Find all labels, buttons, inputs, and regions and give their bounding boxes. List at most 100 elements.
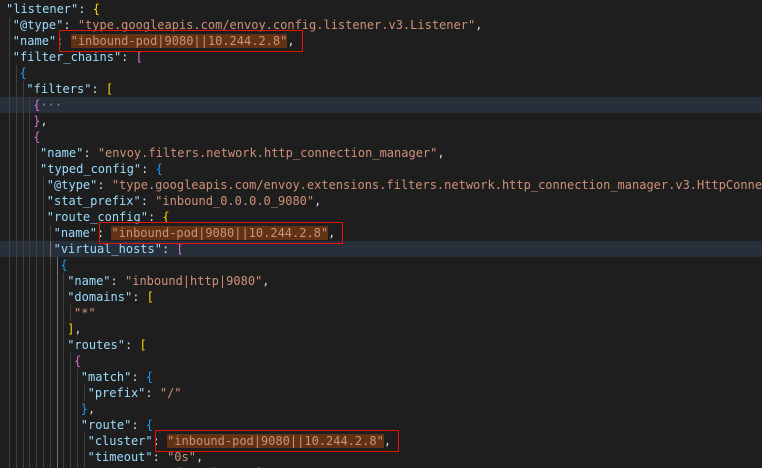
indent-guide bbox=[36, 369, 38, 385]
indent-guide bbox=[22, 97, 24, 113]
indent-guide bbox=[56, 385, 58, 401]
indent-guide bbox=[15, 353, 17, 369]
indent-guide bbox=[49, 417, 51, 433]
indent-guide bbox=[36, 401, 38, 417]
code-line[interactable]: "@type": "type.googleapis.com/envoy.exte… bbox=[0, 177, 762, 193]
code-line[interactable]: "stat_prefix": "inbound_0.0.0.0_9080", bbox=[0, 193, 762, 209]
indent-guide bbox=[9, 17, 10, 33]
code-line[interactable]: { bbox=[0, 129, 762, 145]
indent-guide bbox=[36, 337, 38, 353]
indent-guide bbox=[9, 385, 10, 401]
code-line[interactable]: {··· bbox=[0, 97, 762, 113]
code-line[interactable]: "typed_config": { bbox=[0, 161, 762, 177]
code-line[interactable]: "filter_chains": [ bbox=[0, 49, 762, 65]
indent-guide bbox=[9, 97, 10, 113]
indent-guide bbox=[49, 257, 51, 273]
bracket: } bbox=[80, 402, 89, 416]
punctuation: : bbox=[152, 450, 168, 464]
indent-guide bbox=[22, 401, 24, 417]
indent-guide bbox=[15, 209, 17, 225]
code-text: "listener": { bbox=[6, 1, 100, 17]
indent-guide bbox=[70, 385, 72, 401]
bracket: { bbox=[33, 130, 41, 144]
indent-guide bbox=[22, 289, 24, 305]
punctuation: , bbox=[74, 322, 82, 336]
code-text: "@type": "type.googleapis.com/envoy.exte… bbox=[47, 177, 762, 193]
code-line[interactable]: "cluster": "inbound-pod|9080||10.244.2.8… bbox=[0, 433, 762, 449]
code-line[interactable]: "route": { bbox=[0, 417, 762, 433]
code-text: ], bbox=[67, 321, 81, 337]
bracket: { bbox=[19, 66, 27, 80]
code-line[interactable]: { bbox=[0, 257, 762, 273]
code-line[interactable]: "@type": "type.googleapis.com/envoy.conf… bbox=[0, 17, 762, 33]
indent-guide bbox=[22, 353, 24, 369]
indent-guide bbox=[56, 417, 58, 433]
code-line[interactable]: "name": "inbound-pod|9080||10.244.2.8", bbox=[0, 225, 762, 241]
indent-guide bbox=[15, 433, 17, 449]
code-line[interactable]: "name": "inbound|http|9080", bbox=[0, 273, 762, 289]
code-line[interactable]: { bbox=[0, 65, 762, 81]
indent-guide bbox=[15, 337, 17, 353]
indent-guide bbox=[63, 337, 65, 353]
punctuation: , bbox=[40, 114, 48, 128]
highlighted-string: "inbound-pod|9080||10.244.2.8" bbox=[70, 34, 288, 48]
indent-guide bbox=[56, 321, 58, 337]
code-line[interactable]: }, bbox=[0, 113, 762, 129]
indent-guide bbox=[36, 353, 38, 369]
indent-guide bbox=[63, 417, 65, 433]
indent-guide bbox=[9, 113, 10, 129]
indent-guide bbox=[22, 129, 24, 145]
indent-guide bbox=[56, 433, 58, 449]
json-key: "cluster" bbox=[87, 434, 153, 448]
indent-guide bbox=[22, 209, 24, 225]
bracket: [ bbox=[176, 242, 184, 256]
indent-guide bbox=[43, 225, 44, 241]
code-line[interactable]: "filters": [ bbox=[0, 81, 762, 97]
code-editor[interactable]: "listener": {"@type": "type.googleapis.c… bbox=[0, 0, 762, 468]
code-text: { bbox=[20, 65, 27, 81]
code-line[interactable]: "listener": { bbox=[0, 1, 762, 17]
code-line[interactable]: "name": "envoy.filters.network.http_conn… bbox=[0, 145, 762, 161]
indent-guide bbox=[22, 337, 24, 353]
code-line[interactable]: "match": { bbox=[0, 369, 762, 385]
code-line[interactable]: "name": "inbound-pod|9080||10.244.2.8", bbox=[0, 33, 762, 49]
code-line[interactable]: "routes": [ bbox=[0, 337, 762, 353]
indent-guide bbox=[29, 273, 31, 289]
indent-guide bbox=[43, 241, 44, 257]
indent-guide bbox=[15, 97, 17, 113]
indent-guide bbox=[70, 401, 72, 417]
indent-guide bbox=[29, 369, 31, 385]
indent-guide bbox=[77, 417, 78, 433]
indent-guide bbox=[22, 113, 24, 129]
json-key: "name" bbox=[53, 226, 97, 240]
code-line[interactable]: }, bbox=[0, 401, 762, 417]
indent-guide bbox=[22, 225, 24, 241]
code-line[interactable]: "virtual_hosts": [ bbox=[0, 241, 762, 257]
indent-guide bbox=[9, 225, 10, 241]
indent-guide bbox=[9, 337, 10, 353]
indent-guide bbox=[43, 209, 44, 225]
code-line[interactable]: "domains": [ bbox=[0, 289, 762, 305]
indent-guide bbox=[49, 305, 51, 321]
code-line[interactable]: ], bbox=[0, 321, 762, 337]
indent-guide bbox=[9, 417, 10, 433]
code-text: "cluster": "inbound-pod|9080||10.244.2.8… bbox=[88, 433, 391, 449]
code-line[interactable]: { bbox=[0, 353, 762, 369]
indent-guide bbox=[15, 241, 17, 257]
indent-guide bbox=[22, 273, 24, 289]
code-text: "virtual_hosts": [ bbox=[54, 241, 184, 257]
punctuation: , bbox=[195, 450, 204, 464]
code-line[interactable]: "prefix": "/" bbox=[0, 385, 762, 401]
code-text: }, bbox=[81, 401, 95, 417]
indent-guide bbox=[29, 97, 31, 113]
bracket: { bbox=[60, 258, 68, 272]
indent-guide bbox=[36, 449, 38, 465]
code-line[interactable]: "route_config": { bbox=[0, 209, 762, 225]
indent-guide bbox=[29, 193, 31, 209]
indent-guide bbox=[29, 385, 31, 401]
code-line[interactable]: "*" bbox=[0, 305, 762, 321]
indent-guide bbox=[22, 385, 24, 401]
json-key: "route_config" bbox=[46, 210, 148, 224]
code-line[interactable]: "timeout": "0s", bbox=[0, 449, 762, 465]
punctuation: : bbox=[63, 18, 78, 32]
